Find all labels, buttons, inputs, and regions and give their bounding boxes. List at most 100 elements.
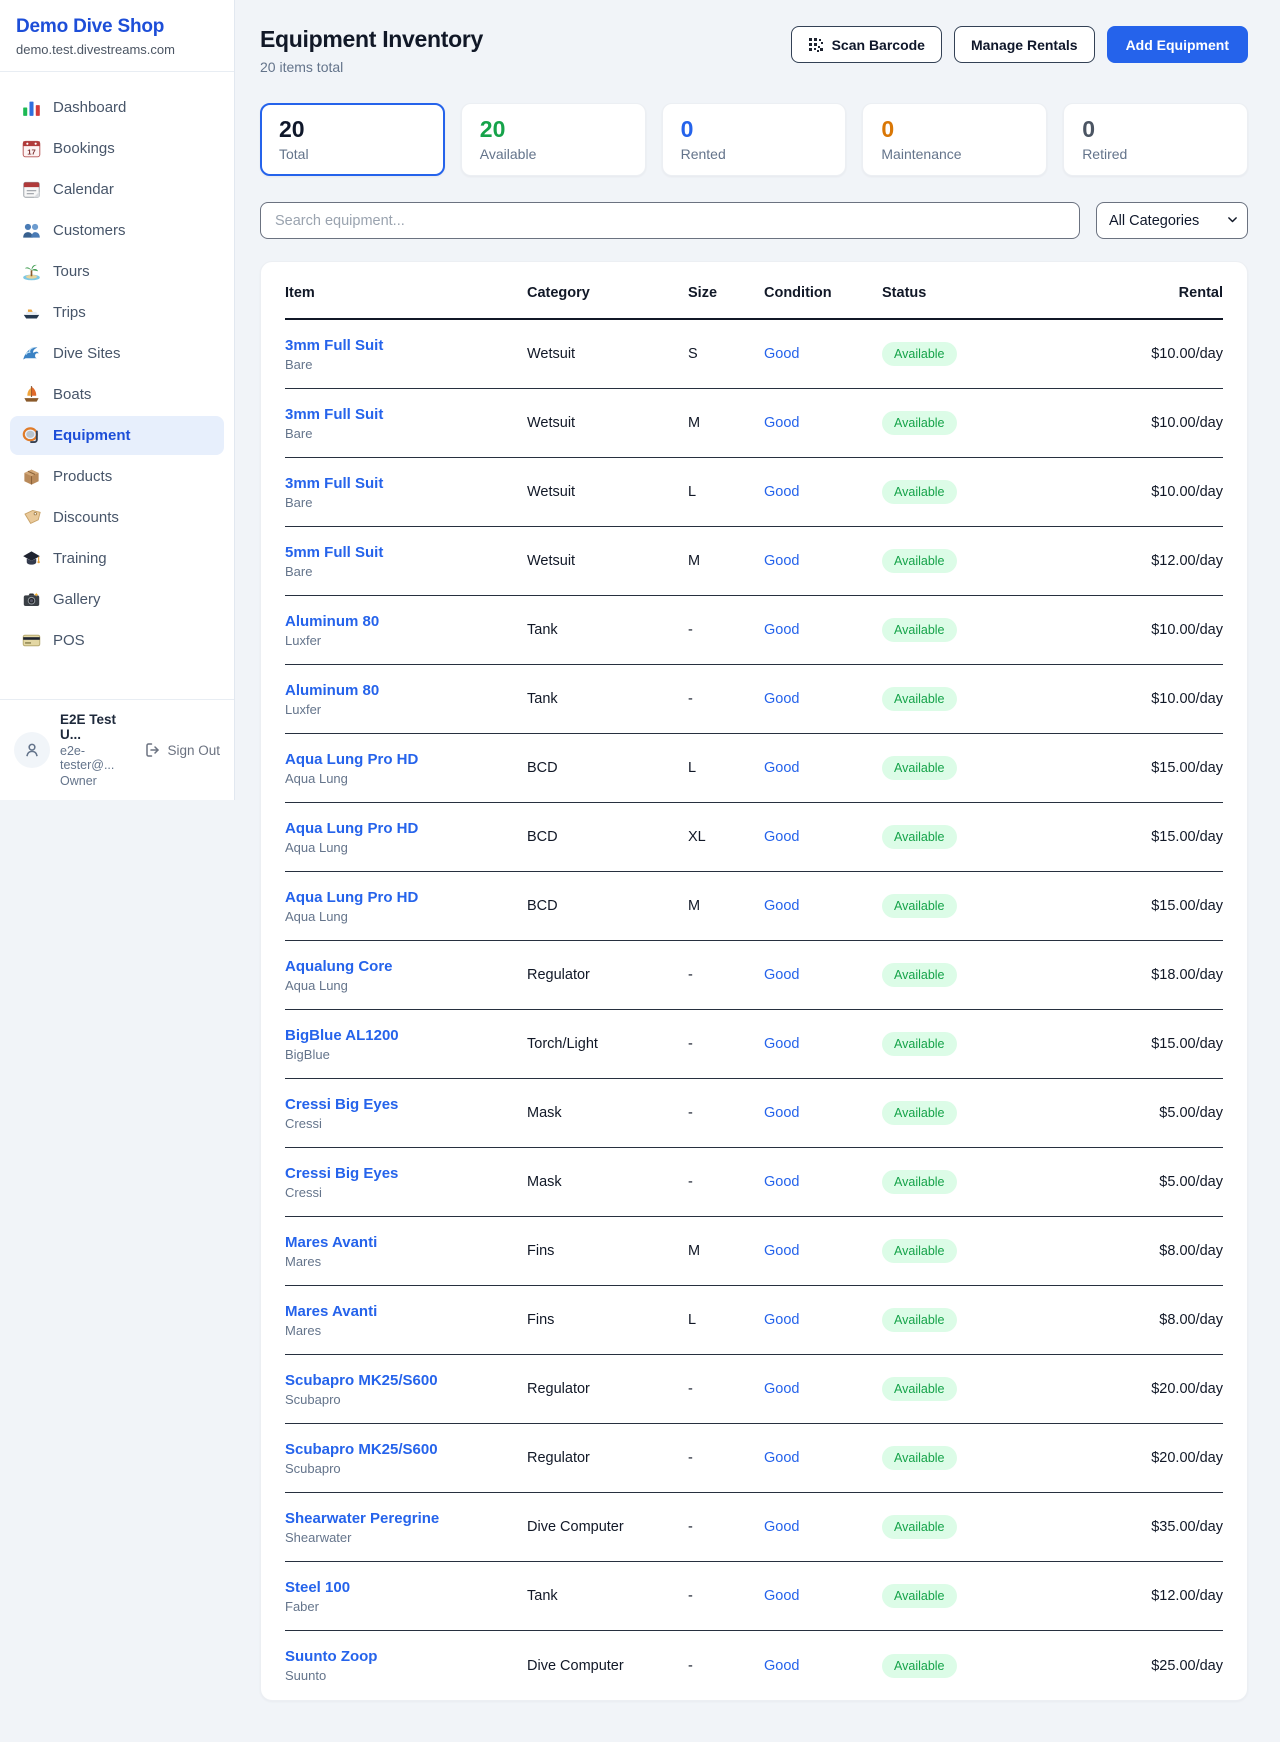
sidebar-item[interactable]: Equipment (10, 416, 224, 455)
table-row: Scubapro MK25/S600 Scubapro Regulator - … (285, 1355, 1223, 1424)
table-row: Mares Avanti Mares Fins L Good Available… (285, 1286, 1223, 1355)
item-name-link[interactable]: Shearwater Peregrine (285, 1510, 527, 1527)
stat-card[interactable]: 0 Rented (662, 103, 847, 176)
condition-link[interactable]: Good (764, 1381, 799, 1397)
sidebar-item[interactable]: Discounts (10, 498, 224, 537)
item-name-link[interactable]: Aqualung Core (285, 958, 527, 975)
table-row: Aqua Lung Pro HD Aqua Lung BCD XL Good A… (285, 803, 1223, 872)
table-row: Cressi Big Eyes Cressi Mask - Good Avail… (285, 1148, 1223, 1217)
category-select-wrap: All Categories (1096, 202, 1248, 239)
item-name-link[interactable]: Aluminum 80 (285, 682, 527, 699)
sidebar-item[interactable]: Calendar (10, 170, 224, 209)
sidebar-item-label: Dashboard (53, 99, 126, 116)
stat-card[interactable]: 0 Maintenance (862, 103, 1047, 176)
table-row: Aqualung Core Aqua Lung Regulator - Good… (285, 941, 1223, 1010)
condition-link[interactable]: Good (764, 415, 799, 431)
sidebar-item[interactable]: Gallery (10, 580, 224, 619)
item-size: - (688, 1036, 764, 1052)
condition-link[interactable]: Good (764, 1519, 799, 1535)
item-name-link[interactable]: Aqua Lung Pro HD (285, 751, 527, 768)
rental-price: $10.00/day (1062, 691, 1223, 707)
table-row: Suunto Zoop Suunto Dive Computer - Good … (285, 1631, 1223, 1700)
stat-card[interactable]: 20 Available (461, 103, 646, 176)
item-name-link[interactable]: 3mm Full Suit (285, 406, 527, 423)
user-email: e2e-tester@... (60, 744, 135, 772)
condition-link[interactable]: Good (764, 1450, 799, 1466)
stat-value: 20 (279, 117, 426, 142)
item-name-link[interactable]: Scubapro MK25/S600 (285, 1372, 527, 1389)
item-name-link[interactable]: 5mm Full Suit (285, 544, 527, 561)
sidebar-item-label: Customers (53, 222, 126, 239)
condition-link[interactable]: Good (764, 967, 799, 983)
rental-price: $5.00/day (1062, 1174, 1223, 1190)
condition-link[interactable]: Good (764, 1036, 799, 1052)
condition-link[interactable]: Good (764, 346, 799, 362)
sidebar-item[interactable]: Products (10, 457, 224, 496)
filter-bar: All Categories (260, 202, 1248, 239)
sidebar-item[interactable]: POS (10, 621, 224, 660)
category-select[interactable]: All Categories (1096, 202, 1248, 239)
condition-link[interactable]: Good (764, 1312, 799, 1328)
manage-rentals-button[interactable]: Manage Rentals (954, 26, 1095, 63)
item-name-link[interactable]: Cressi Big Eyes (285, 1165, 527, 1182)
item-size: L (688, 760, 764, 776)
equipment-icon (22, 426, 41, 445)
table-row: Aluminum 80 Luxfer Tank - Good Available… (285, 665, 1223, 734)
condition-link[interactable]: Good (764, 1588, 799, 1604)
item-name-link[interactable]: Aqua Lung Pro HD (285, 820, 527, 837)
sidebar-item[interactable]: Dive Sites (10, 334, 224, 373)
sign-out-button[interactable]: Sign Out (145, 742, 220, 758)
condition-link[interactable]: Good (764, 622, 799, 638)
condition-link[interactable]: Good (764, 898, 799, 914)
scan-barcode-button[interactable]: Scan Barcode (791, 26, 942, 63)
item-brand: Scubapro (285, 1461, 527, 1476)
condition-link[interactable]: Good (764, 1243, 799, 1259)
sidebar-item[interactable]: Trips (10, 293, 224, 332)
stat-label: Total (279, 146, 426, 162)
stat-card[interactable]: 0 Retired (1063, 103, 1248, 176)
item-name-link[interactable]: Mares Avanti (285, 1303, 527, 1320)
sidebar-item[interactable]: Customers (10, 211, 224, 250)
item-category: Mask (527, 1174, 688, 1190)
condition-link[interactable]: Good (764, 691, 799, 707)
item-name-link[interactable]: BigBlue AL1200 (285, 1027, 527, 1044)
item-name-link[interactable]: Steel 100 (285, 1579, 527, 1596)
item-name-link[interactable]: Mares Avanti (285, 1234, 527, 1251)
table-row: Aqua Lung Pro HD Aqua Lung BCD L Good Av… (285, 734, 1223, 803)
sidebar-item[interactable]: Training (10, 539, 224, 578)
barcode-scan-icon (808, 37, 824, 53)
rental-price: $20.00/day (1062, 1450, 1223, 1466)
item-name-link[interactable]: 3mm Full Suit (285, 475, 527, 492)
rental-price: $10.00/day (1062, 484, 1223, 500)
condition-link[interactable]: Good (764, 1658, 799, 1674)
item-name-link[interactable]: Aqua Lung Pro HD (285, 889, 527, 906)
sidebar-item[interactable]: Dashboard (10, 88, 224, 127)
stat-card[interactable]: 20 Total (260, 103, 445, 176)
rental-price: $15.00/day (1062, 1036, 1223, 1052)
condition-link[interactable]: Good (764, 829, 799, 845)
condition-link[interactable]: Good (764, 760, 799, 776)
item-name-link[interactable]: Suunto Zoop (285, 1648, 527, 1665)
item-size: - (688, 1450, 764, 1466)
item-category: Wetsuit (527, 346, 688, 362)
calendar-icon (22, 180, 41, 199)
add-equipment-button[interactable]: Add Equipment (1107, 26, 1248, 63)
sidebar-item[interactable]: Tours (10, 252, 224, 291)
item-category: Mask (527, 1105, 688, 1121)
rental-price: $18.00/day (1062, 967, 1223, 983)
sidebar-item[interactable]: 17 Bookings (10, 129, 224, 168)
item-name-link[interactable]: 3mm Full Suit (285, 337, 527, 354)
rental-price: $15.00/day (1062, 829, 1223, 845)
sidebar-item[interactable]: Boats (10, 375, 224, 414)
tours-icon (22, 262, 41, 281)
condition-link[interactable]: Good (764, 1105, 799, 1121)
condition-link[interactable]: Good (764, 484, 799, 500)
item-name-link[interactable]: Scubapro MK25/S600 (285, 1441, 527, 1458)
item-name-link[interactable]: Aluminum 80 (285, 613, 527, 630)
items-total: 20 items total (260, 59, 483, 75)
item-size: - (688, 622, 764, 638)
search-input[interactable] (260, 202, 1080, 239)
condition-link[interactable]: Good (764, 553, 799, 569)
item-name-link[interactable]: Cressi Big Eyes (285, 1096, 527, 1113)
condition-link[interactable]: Good (764, 1174, 799, 1190)
